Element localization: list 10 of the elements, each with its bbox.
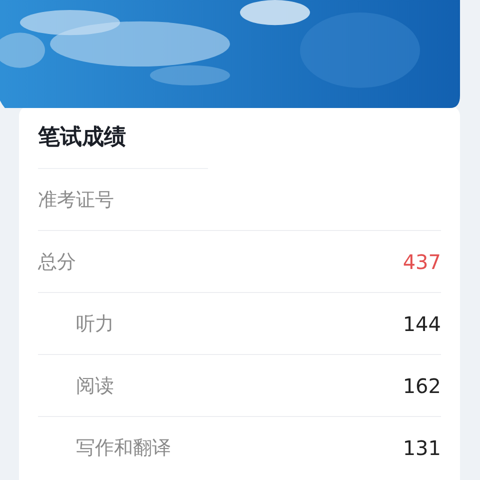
score-value: 437 [402,250,441,274]
score-label: 听力 [75,312,114,336]
score-label: 总分 [38,250,76,274]
score-value: 162 [402,374,441,398]
score-label: 准考证号 [38,188,114,212]
score-label: 阅读 [75,374,114,398]
section-title: 笔试成绩 [38,124,127,152]
score-value: 131 [402,436,441,460]
score-value: 144 [402,312,441,336]
score-label: 写作和翻译 [75,436,171,460]
